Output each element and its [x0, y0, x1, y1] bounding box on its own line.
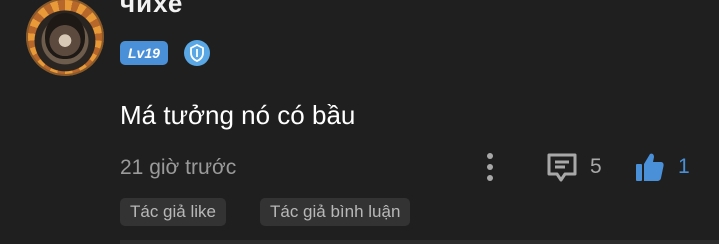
reply-button[interactable]: 5 — [546, 150, 602, 184]
comment-text: Má tưởng nó có bầu — [120, 100, 356, 130]
more-vertical-icon — [487, 153, 493, 159]
comment-timestamp: 21 giờ trước — [120, 156, 237, 179]
divider — [120, 240, 719, 244]
author-reply-tag: Tác giả bình luận — [260, 198, 411, 226]
avatar-face — [45, 13, 85, 59]
user-avatar[interactable] — [26, 0, 104, 76]
thumbs-up-icon — [636, 153, 664, 181]
shield-icon — [184, 40, 210, 66]
comment-icon — [547, 153, 577, 182]
like-count: 1 — [678, 155, 690, 178]
author-like-tag: Tác giả like — [120, 198, 226, 226]
reply-count: 5 — [590, 155, 602, 178]
more-options-button[interactable] — [480, 150, 500, 184]
like-button[interactable]: 1 — [634, 150, 690, 184]
username[interactable]: чихе — [120, 0, 183, 19]
level-badge: Lv19 — [120, 41, 168, 65]
